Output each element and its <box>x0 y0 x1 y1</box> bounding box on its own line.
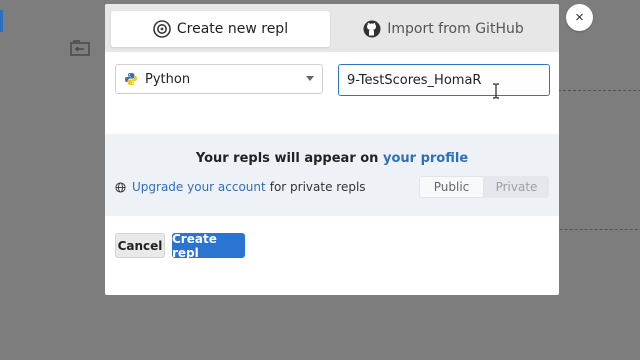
text-cursor-icon <box>493 83 499 99</box>
close-icon: × <box>575 9 584 26</box>
repl-name-input[interactable] <box>338 64 550 96</box>
chevron-down-icon <box>306 76 314 81</box>
tab-create-new-repl[interactable]: Create new repl <box>111 11 330 47</box>
github-icon <box>363 20 381 38</box>
upgrade-suffix-text: for private repls <box>269 180 366 194</box>
tab-label: Create new repl <box>176 21 289 37</box>
upgrade-account-link[interactable]: Upgrade your account <box>132 180 266 194</box>
close-modal-button[interactable]: × <box>566 4 593 31</box>
swap-icon <box>70 40 90 57</box>
private-option[interactable]: Private <box>484 176 549 198</box>
python-icon <box>125 73 137 85</box>
visibility-info-panel: Your repls will appear on your profile U… <box>105 134 559 216</box>
visibility-toggle: Public Private <box>419 176 549 198</box>
tab-label: Import from GitHub <box>387 21 524 37</box>
profile-link[interactable]: your profile <box>383 151 468 166</box>
create-repl-button[interactable]: Create repl <box>172 232 245 260</box>
tab-import-from-github[interactable]: Import from GitHub <box>334 11 553 47</box>
language-select-value: Python <box>145 71 191 87</box>
info-heading-text: Your repls will appear on <box>195 151 379 166</box>
privacy-row: Upgrade your account for private repls <box>115 180 366 194</box>
globe-icon <box>115 181 126 193</box>
replit-icon <box>153 20 171 38</box>
background-accent-strip <box>0 10 3 32</box>
public-option[interactable]: Public <box>419 176 484 198</box>
language-select[interactable]: Python <box>115 64 323 94</box>
cancel-button[interactable]: Cancel <box>115 233 165 258</box>
background-dropzone <box>548 90 640 230</box>
tab-bar: Create new repl Import from GitHub <box>105 4 559 52</box>
info-heading: Your repls will appear on your profile <box>105 151 559 166</box>
create-repl-modal: Create new repl Import from GitHub Pytho… <box>105 4 559 295</box>
